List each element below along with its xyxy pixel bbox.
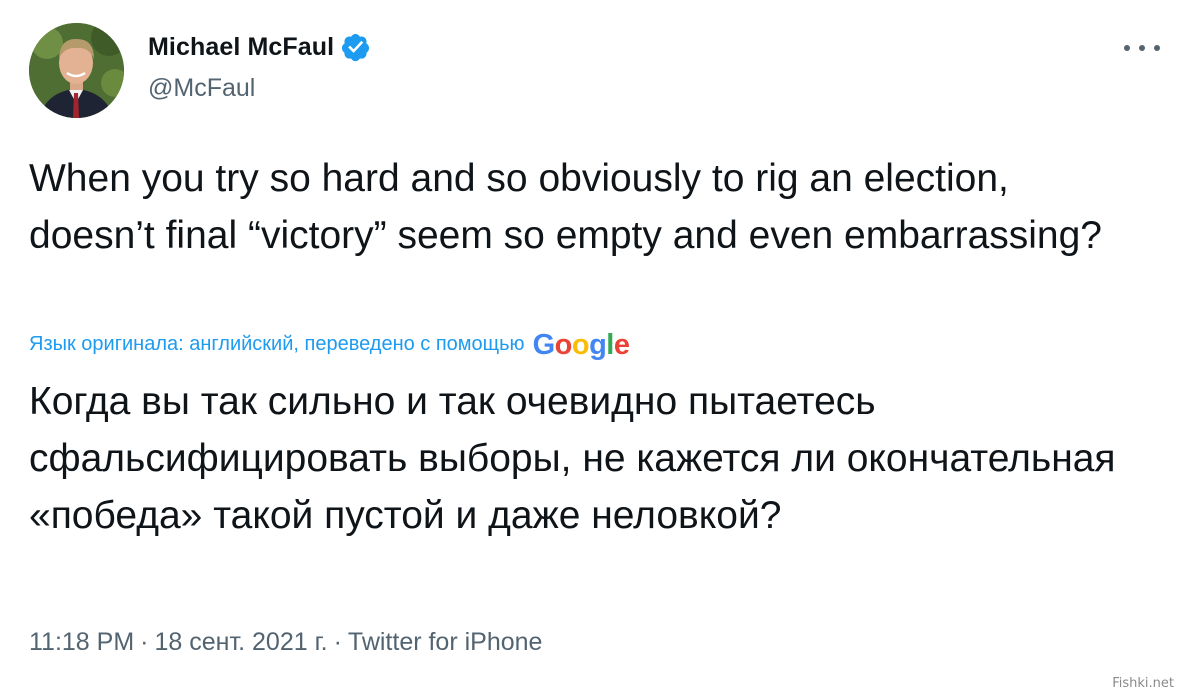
avatar-image xyxy=(29,23,124,118)
google-logo-letter: o xyxy=(554,329,573,361)
author-handle[interactable]: @McFaul xyxy=(148,74,255,103)
tweet-text: When you try so hard and so obviously to… xyxy=(29,157,1102,257)
more-dot xyxy=(1139,45,1145,51)
avatar[interactable] xyxy=(29,23,124,118)
author-display-name[interactable]: Michael McFaul xyxy=(148,33,334,62)
tweet-metadata: 11:18 PM · 18 сент. 2021 г. · Twitter for iP… xyxy=(29,628,542,657)
tweet-source[interactable]: Twitter for iPhone xyxy=(348,628,543,656)
google-logo-letter: o xyxy=(571,329,590,361)
google-logo-letter: G xyxy=(532,329,556,361)
meta-separator: · xyxy=(333,628,342,656)
google-logo-letter: l xyxy=(606,329,614,361)
translated-tweet-text: Когда вы так сильно и так очевидно пытае… xyxy=(29,380,1116,537)
meta-separator: · xyxy=(140,628,149,656)
more-options-icon[interactable] xyxy=(1124,38,1160,58)
tweet-time[interactable]: 11:18 PM xyxy=(29,628,134,656)
tweet-date[interactable]: 18 сент. 2021 г. xyxy=(154,628,327,656)
google-logo: Google xyxy=(533,329,630,362)
translation-note-text[interactable]: Язык оригинала: английский, переведено с… xyxy=(29,333,525,356)
watermark: Fishki.net xyxy=(1112,676,1174,691)
verified-badge-icon xyxy=(342,33,370,62)
author-name-row: Michael McFaul xyxy=(148,32,371,63)
translation-note: Язык оригинала: английский, переведено с… xyxy=(29,328,630,362)
google-logo-letter: g xyxy=(589,329,607,361)
more-dot xyxy=(1124,45,1130,51)
google-logo-letter: e xyxy=(613,329,630,361)
more-dot xyxy=(1154,45,1160,51)
